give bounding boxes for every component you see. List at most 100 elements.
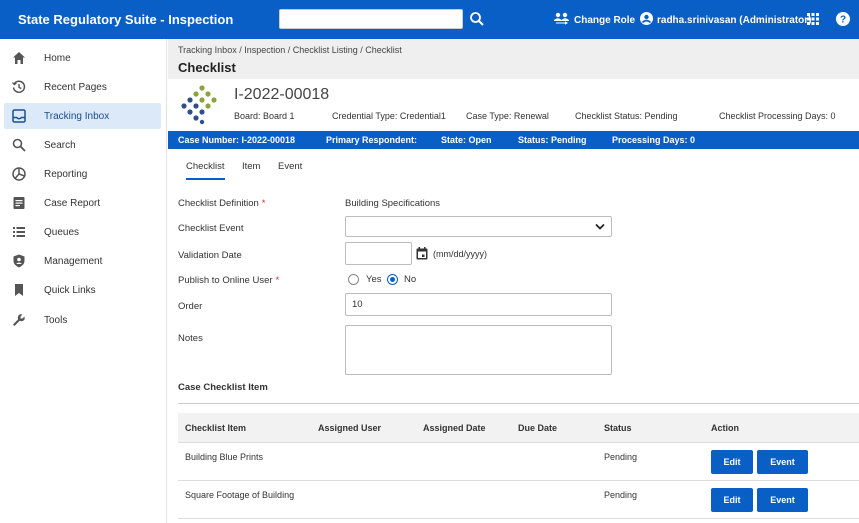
edit-button[interactable]: Edit [711, 488, 753, 512]
checklist-definition-label: Checklist Definition * [178, 198, 266, 209]
bookmark-icon [12, 283, 26, 297]
page-title: Checklist [178, 60, 236, 75]
sidebar-item-home[interactable]: Home [4, 45, 161, 71]
edit-button[interactable]: Edit [711, 450, 753, 474]
table-row: Square Footage of Building Pending Edit … [178, 481, 859, 519]
sidebar-item-label: Reporting [44, 169, 88, 180]
case-board: Board: Board 1 [234, 111, 295, 121]
search-icon [12, 138, 26, 152]
sidebar-item-queues[interactable]: Queues [4, 219, 161, 245]
sidebar-item-label: Tracking Inbox [44, 111, 110, 122]
user-name: radha.srinivasan (Administrator) [657, 14, 812, 26]
sidebar-item-label: Search [44, 140, 76, 151]
table-header: Checklist Item Assigned User Assigned Da… [178, 413, 859, 443]
order-input[interactable] [345, 293, 612, 316]
search-input[interactable] [279, 9, 463, 29]
top-bar: State Regulatory Suite - Inspection Chan… [0, 0, 859, 39]
column-header-action: Action [711, 423, 739, 433]
change-role-label: Change Role [574, 14, 636, 26]
case-summary-bar: Case Number: I-2022-00018 Primary Respon… [168, 131, 859, 149]
checklist-item-name: Building Blue Prints [185, 452, 264, 462]
column-header-assigned-date[interactable]: Assigned Date [423, 423, 486, 433]
sidebar-item-management[interactable]: Management [4, 248, 161, 274]
chevron-down-icon [595, 223, 605, 231]
home-icon [12, 51, 26, 65]
management-icon [12, 254, 26, 268]
sidebar-item-tools[interactable]: Tools [4, 307, 161, 333]
column-header-status[interactable]: Status [604, 423, 632, 433]
checklist-processing-days: Checklist Processing Days: 0 [719, 111, 836, 121]
date-format-hint: (mm/dd/yyyy) [433, 249, 487, 259]
tab-checklist[interactable]: Checklist [186, 161, 225, 180]
svg-text:?: ? [840, 15, 846, 26]
sidebar-item-tracking-inbox[interactable]: Tracking Inbox [4, 103, 161, 129]
page-header: Tracking Inbox / Inspection / Checklist … [168, 39, 859, 79]
case-id: I-2022-00018 [234, 86, 330, 103]
section-divider [178, 403, 859, 404]
sidebar-item-recent-pages[interactable]: Recent Pages [4, 74, 161, 100]
validation-date-label: Validation Date [178, 250, 242, 261]
item-status: Pending [604, 452, 638, 462]
checklist-event-label: Checklist Event [178, 223, 244, 234]
column-header-assigned-user[interactable]: Assigned User [318, 423, 381, 433]
event-button[interactable]: Event [757, 450, 808, 474]
sidebar-item-label: Case Report [44, 198, 101, 209]
publish-no-label: No [404, 274, 417, 285]
sidebar-item-label: Recent Pages [44, 82, 107, 93]
sidebar-item-label: Quick Links [44, 285, 96, 296]
column-header-checklist-item[interactable]: Checklist Item [185, 423, 246, 433]
case-status: Status: Pending [518, 135, 587, 145]
validation-date-input[interactable] [345, 242, 412, 265]
checklist-item-name: Square Footage of Building [185, 490, 295, 500]
tab-bar: Checklist Item Event [178, 155, 859, 183]
sidebar-item-case-report[interactable]: Case Report [4, 190, 161, 216]
notes-textarea[interactable] [345, 325, 612, 375]
queues-icon [12, 225, 26, 239]
inbox-icon [12, 109, 26, 123]
sidebar-item-reporting[interactable]: Reporting [4, 161, 161, 187]
table-row: Building Blue Prints Pending Edit Event [178, 443, 859, 481]
case-credential-type: Credential Type: Credential1 [332, 111, 446, 121]
case-checklist-item-title: Case Checklist Item [178, 382, 268, 393]
checklist-event-select[interactable] [345, 216, 612, 237]
notes-label: Notes [178, 333, 203, 344]
sidebar-item-search[interactable]: Search [4, 132, 161, 158]
agency-logo [180, 85, 222, 125]
event-button[interactable]: Event [757, 488, 808, 512]
case-report-icon [12, 196, 26, 210]
search-icon[interactable] [469, 11, 485, 27]
publish-yes-label: Yes [366, 274, 382, 285]
publish-yes-radio[interactable] [348, 274, 359, 285]
sidebar-item-label: Tools [44, 315, 68, 326]
case-state: State: Open [441, 135, 492, 145]
people-swap-icon [554, 12, 569, 28]
checklist-status: Checklist Status: Pending [575, 111, 678, 121]
help-icon[interactable]: ? [836, 12, 850, 26]
user-menu[interactable]: radha.srinivasan (Administrator) [640, 12, 811, 28]
apps-grid-icon[interactable] [807, 13, 819, 25]
reporting-icon [12, 167, 26, 181]
publish-no-radio[interactable] [387, 274, 398, 285]
app-title: State Regulatory Suite - Inspection [18, 12, 234, 27]
history-icon [12, 80, 26, 94]
breadcrumb[interactable]: Tracking Inbox / Inspection / Checklist … [178, 45, 402, 55]
sidebar-item-quick-links[interactable]: Quick Links [4, 277, 161, 303]
item-status: Pending [604, 490, 638, 500]
change-role-button[interactable]: Change Role [554, 12, 635, 28]
tab-item[interactable]: Item [242, 161, 260, 178]
case-processing-days: Processing Days: 0 [612, 135, 696, 145]
checklist-definition-value: Building Specifications [345, 198, 441, 209]
wrench-icon [12, 313, 26, 327]
column-header-due-date[interactable]: Due Date [518, 423, 557, 433]
case-type: Case Type: Renewal [466, 111, 549, 121]
main-content: Tracking Inbox / Inspection / Checklist … [168, 39, 859, 523]
account-icon [640, 12, 653, 28]
tab-event[interactable]: Event [278, 161, 302, 178]
case-number: Case Number: I-2022-00018 [178, 135, 296, 145]
sidebar: Home Recent Pages Tracking Inbox Search … [0, 39, 167, 523]
order-label: Order [178, 301, 203, 312]
primary-respondent: Primary Respondent: [326, 135, 418, 145]
sidebar-item-label: Queues [44, 227, 80, 238]
publish-online-label: Publish to Online User * [178, 275, 280, 286]
calendar-icon[interactable] [416, 247, 428, 260]
